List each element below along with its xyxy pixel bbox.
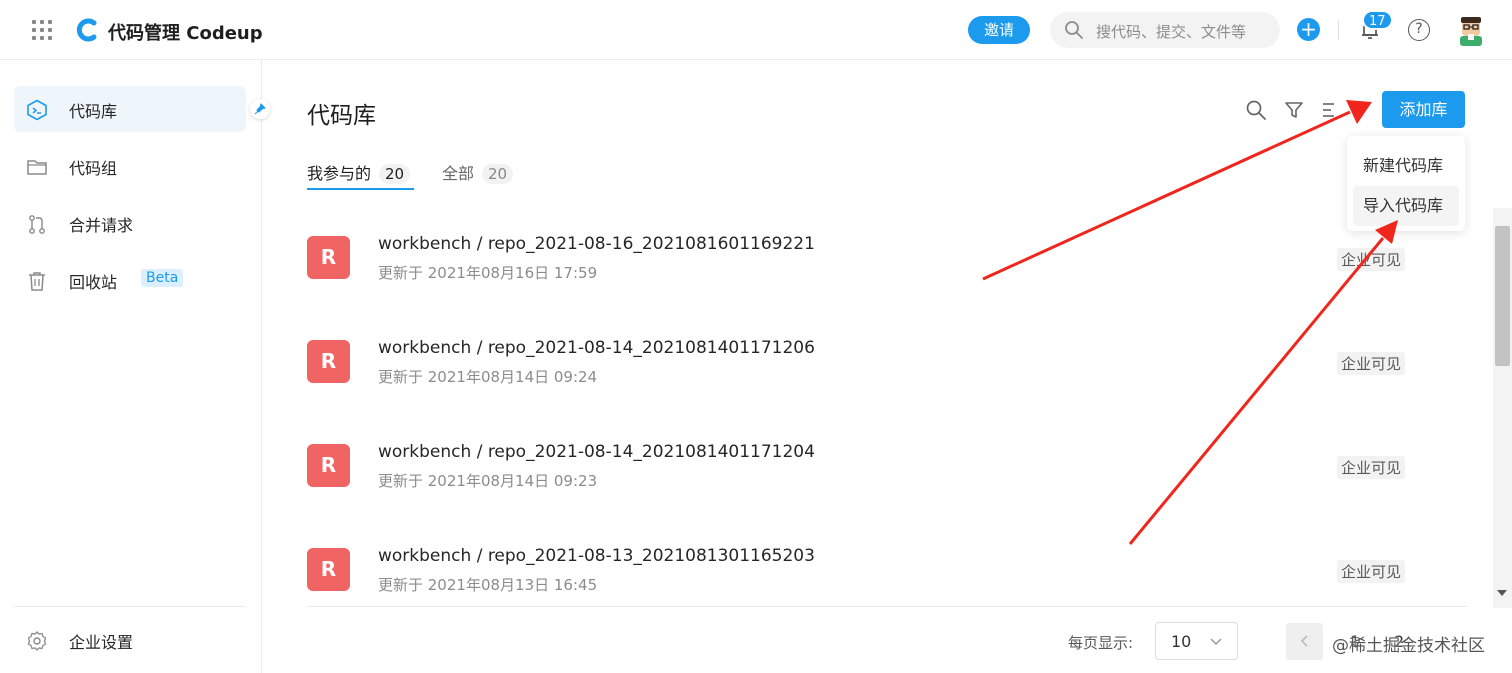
top-header: 代码管理 Codeup 邀请 搜代码、提交、文件等 + 17 ? xyxy=(0,0,1512,60)
beta-badge: Beta xyxy=(141,269,184,287)
repo-row[interactable]: R workbench / repo_2021-08-16_2021081601… xyxy=(307,234,1467,316)
repo-name-link[interactable]: workbench / repo_2021-08-14_202108140117… xyxy=(378,338,815,358)
prev-page-button[interactable] xyxy=(1286,623,1323,660)
merge-request-icon xyxy=(29,215,45,234)
tab-all[interactable]: 全部 20 xyxy=(442,160,514,184)
filter-icon[interactable] xyxy=(1283,99,1305,121)
repo-updated-time: 更新于 2021年08月13日 16:45 xyxy=(378,576,598,594)
sidebar-item-groups[interactable]: 代码组 xyxy=(14,143,246,189)
scrollbar-thumb[interactable] xyxy=(1495,226,1510,366)
page-size-value: 10 xyxy=(1171,632,1192,651)
search-icon[interactable] xyxy=(1245,99,1267,121)
chevron-down-icon xyxy=(1210,638,1222,646)
repo-updated-time: 更新于 2021年08月16日 17:59 xyxy=(378,264,598,282)
help-icon[interactable]: ? xyxy=(1408,19,1430,41)
page-title: 代码库 xyxy=(307,103,376,129)
trash-icon xyxy=(29,272,45,291)
search-icon xyxy=(1065,21,1083,39)
visibility-badge: 企业可见 xyxy=(1337,248,1406,271)
folder-icon xyxy=(27,160,47,175)
repo-row[interactable]: R workbench / repo_2021-08-14_2021081401… xyxy=(307,338,1467,420)
sidebar: 代码库 代码组 合并请求 回收站 Beta 企业设置 xyxy=(0,60,270,673)
repo-updated-time: 更新于 2021年08月14日 09:23 xyxy=(378,472,598,490)
search-placeholder: 搜代码、提交、文件等 xyxy=(1096,23,1247,41)
repo-icon xyxy=(27,99,47,121)
add-repo-button[interactable]: 添加库 xyxy=(1382,91,1465,128)
visibility-badge: 企业可见 xyxy=(1337,456,1406,479)
global-search-input[interactable]: 搜代码、提交、文件等 xyxy=(1050,12,1280,48)
codeup-logo-icon[interactable] xyxy=(74,17,100,43)
visibility-badge: 企业可见 xyxy=(1337,352,1406,375)
sidebar-item-label: 合并请求 xyxy=(69,216,134,235)
repo-avatar: R xyxy=(307,236,350,279)
sidebar-item-label: 企业设置 xyxy=(69,633,134,652)
gear-icon xyxy=(27,631,47,651)
sidebar-item-repos[interactable]: 代码库 xyxy=(14,86,246,132)
sidebar-item-merge-requests[interactable]: 合并请求 xyxy=(14,200,246,246)
menu-item-new-repo[interactable]: 新建代码库 xyxy=(1353,146,1459,186)
repo-name-link[interactable]: workbench / repo_2021-08-16_202108160116… xyxy=(378,234,815,254)
add-repo-dropdown: 新建代码库 导入代码库 xyxy=(1347,136,1465,231)
tab-label: 全部 xyxy=(442,164,475,183)
sidebar-item-enterprise-settings[interactable]: 企业设置 xyxy=(14,617,246,663)
brand-title[interactable]: 代码管理 Codeup xyxy=(108,19,263,45)
sidebar-divider xyxy=(14,606,246,607)
repo-avatar: R xyxy=(307,548,350,591)
sort-icon[interactable] xyxy=(1320,99,1342,121)
tab-participated[interactable]: 我参与的 20 xyxy=(307,160,411,184)
pin-icon[interactable] xyxy=(250,99,270,119)
sidebar-item-label: 代码组 xyxy=(69,159,118,178)
repo-row[interactable]: R workbench / repo_2021-08-14_2021081401… xyxy=(307,442,1467,524)
per-page-label: 每页显示: xyxy=(1068,634,1134,652)
avatar[interactable] xyxy=(1456,14,1486,46)
notification-badge[interactable]: 17 xyxy=(1362,10,1393,30)
tab-count: 20 xyxy=(379,164,411,184)
tab-label: 我参与的 xyxy=(307,164,372,183)
sidebar-item-label: 回收站 xyxy=(69,273,118,292)
app-grid-icon[interactable] xyxy=(30,18,54,42)
create-plus-button[interactable]: + xyxy=(1297,18,1320,41)
chevron-left-icon xyxy=(1300,635,1308,647)
repo-name-link[interactable]: workbench / repo_2021-08-13_202108130116… xyxy=(378,546,815,566)
invite-button[interactable]: 邀请 xyxy=(968,16,1030,44)
header-divider xyxy=(1338,20,1339,40)
repo-avatar: R xyxy=(307,340,350,383)
list-divider xyxy=(307,606,1467,607)
scroll-down-arrow[interactable] xyxy=(1497,590,1507,596)
repo-avatar: R xyxy=(307,444,350,487)
repo-updated-time: 更新于 2021年08月14日 09:24 xyxy=(378,368,598,386)
active-tab-indicator xyxy=(307,188,414,190)
sidebar-item-label: 代码库 xyxy=(69,102,118,121)
watermark: @稀土掘金技术社区 xyxy=(1332,636,1485,656)
menu-item-import-repo[interactable]: 导入代码库 xyxy=(1353,186,1459,226)
repo-row[interactable]: R workbench / repo_2021-08-13_2021081301… xyxy=(307,546,1467,628)
page-size-select[interactable]: 10 xyxy=(1155,622,1238,660)
sidebar-item-recycle-bin[interactable]: 回收站 Beta xyxy=(14,257,246,303)
visibility-badge: 企业可见 xyxy=(1337,560,1406,583)
tab-count: 20 xyxy=(482,164,514,184)
repo-name-link[interactable]: workbench / repo_2021-08-14_202108140117… xyxy=(378,442,815,462)
